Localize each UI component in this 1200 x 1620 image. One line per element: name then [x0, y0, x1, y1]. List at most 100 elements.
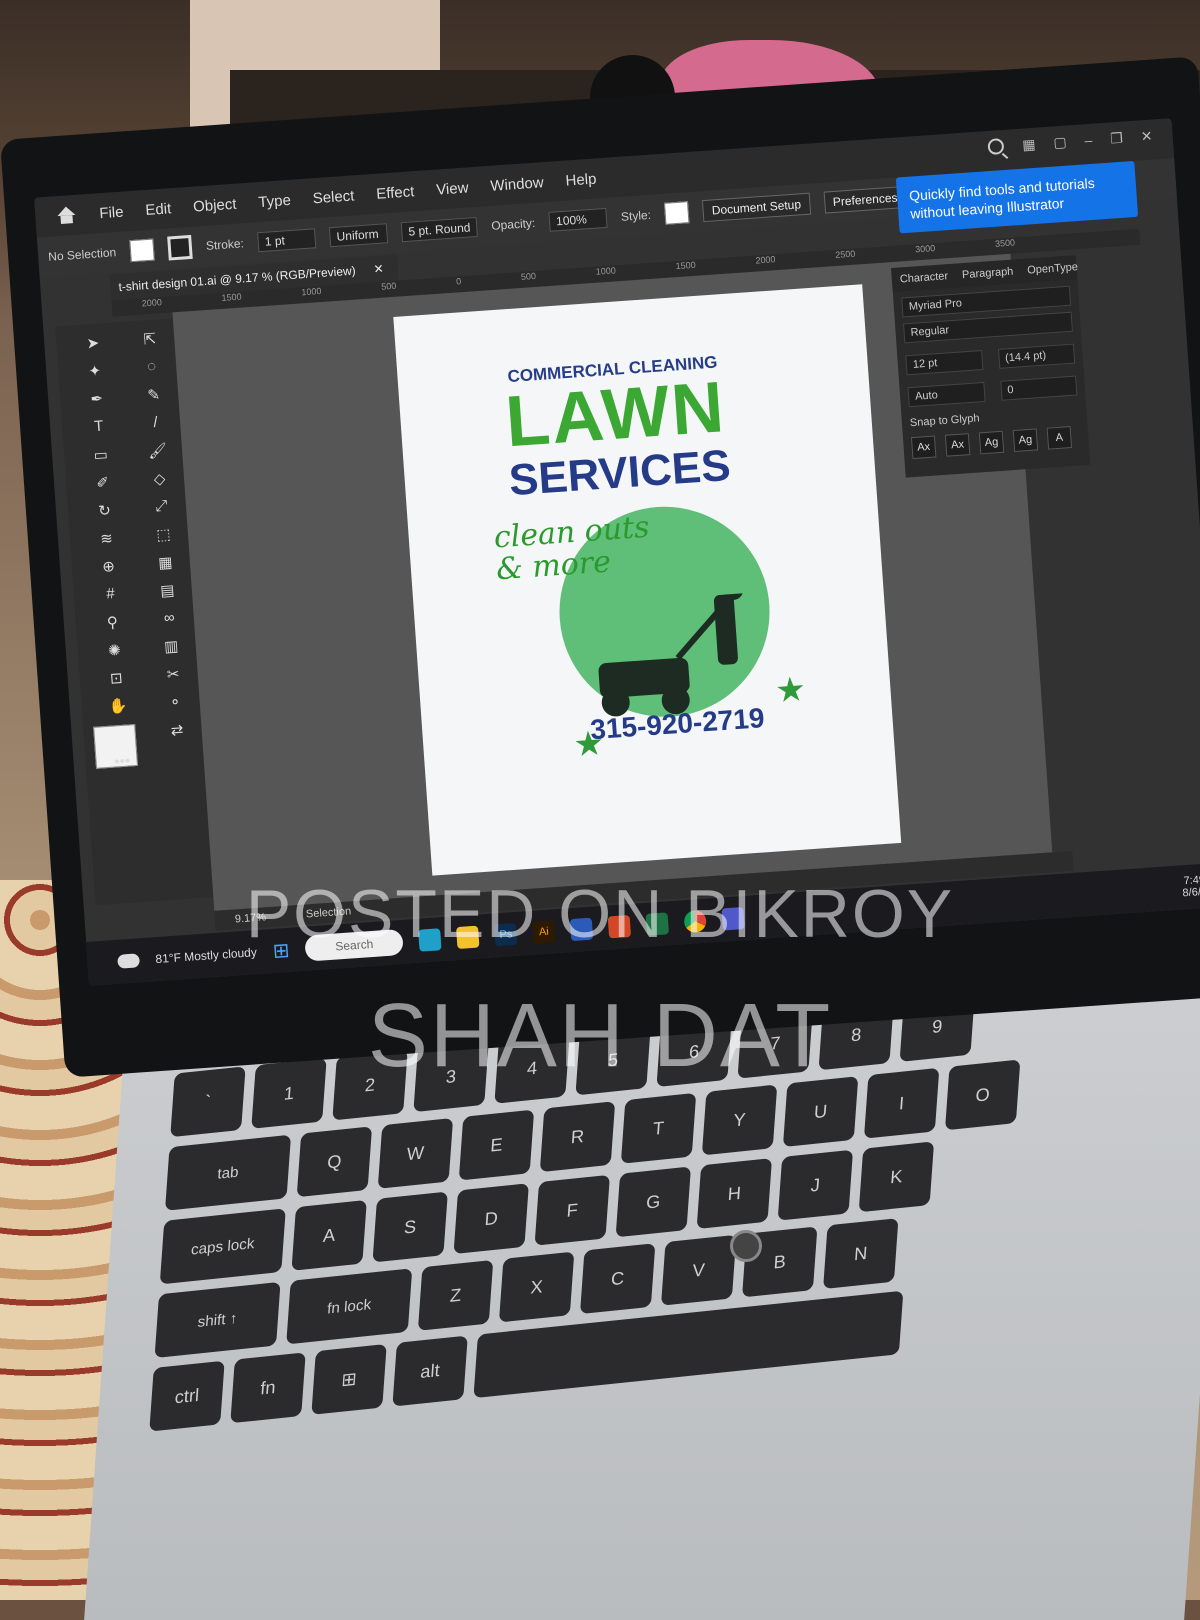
- key[interactable]: V: [660, 1234, 737, 1306]
- symbol-sprayer-tool-icon[interactable]: ✺: [87, 639, 142, 667]
- document-setup-button[interactable]: Document Setup: [702, 192, 811, 223]
- key[interactable]: S: [372, 1191, 448, 1263]
- key[interactable]: N: [823, 1218, 899, 1290]
- shape-builder-tool-icon[interactable]: ⊕: [81, 556, 136, 584]
- key[interactable]: fn: [230, 1352, 306, 1424]
- more-tools-icon[interactable]: •••: [95, 751, 150, 779]
- shaper-tool-icon[interactable]: ✐: [76, 472, 131, 500]
- menu-window[interactable]: Window: [490, 174, 544, 195]
- panel-icon[interactable]: ▢: [1053, 134, 1067, 152]
- font-size-field[interactable]: 12 pt: [905, 350, 983, 376]
- eraser-tool-icon[interactable]: ◇: [132, 468, 187, 496]
- brush-select[interactable]: 5 pt. Round: [400, 216, 479, 243]
- key[interactable]: ctrl: [149, 1360, 225, 1432]
- opacity-field[interactable]: 100%: [548, 207, 608, 232]
- rotate-tool-icon[interactable]: ↻: [78, 500, 133, 528]
- menu-effect[interactable]: Effect: [376, 183, 415, 203]
- key[interactable]: Y: [701, 1084, 778, 1156]
- gradient-tool-icon[interactable]: ▤: [140, 580, 195, 608]
- zoom-tool-icon[interactable]: ⚬: [148, 691, 203, 719]
- key[interactable]: caps lock: [159, 1208, 286, 1285]
- preferences-button[interactable]: Preferences: [823, 185, 908, 214]
- key[interactable]: E: [458, 1109, 535, 1181]
- key[interactable]: F: [534, 1174, 610, 1246]
- brush-tool-icon[interactable]: 🖌: [130, 440, 185, 468]
- tracking-field[interactable]: 0: [999, 375, 1078, 401]
- baseline-icon[interactable]: Ax: [910, 435, 937, 460]
- stroke-label[interactable]: Stroke:: [205, 236, 244, 253]
- key[interactable]: tab: [164, 1134, 292, 1211]
- selection-tool-icon[interactable]: ➤: [66, 332, 121, 360]
- magic-wand-tool-icon[interactable]: ✦: [68, 360, 123, 388]
- close-icon[interactable]: ✕: [1140, 128, 1153, 146]
- windows-key-icon[interactable]: ⊞: [311, 1343, 387, 1415]
- key[interactable]: fn lock: [286, 1268, 413, 1345]
- lasso-tool-icon[interactable]: ◌: [125, 356, 180, 384]
- menu-object[interactable]: Object: [193, 195, 237, 215]
- mesh-tool-icon[interactable]: #: [83, 584, 138, 612]
- menu-file[interactable]: File: [99, 203, 124, 222]
- curvature-tool-icon[interactable]: ✎: [127, 384, 182, 412]
- key[interactable]: D: [453, 1183, 529, 1255]
- artboard-tool-icon[interactable]: ⊡: [89, 667, 144, 695]
- blend-tool-icon[interactable]: ∞: [142, 608, 197, 636]
- opacity-label[interactable]: Opacity:: [491, 216, 536, 233]
- free-transform-tool-icon[interactable]: ⬚: [136, 524, 191, 552]
- angular-guides-icon[interactable]: A: [1046, 426, 1073, 450]
- stroke-swatch[interactable]: [167, 234, 193, 261]
- trackpoint[interactable]: [730, 1230, 762, 1262]
- stroke-weight-field[interactable]: 1 pt: [257, 228, 317, 253]
- key[interactable]: K: [858, 1141, 935, 1213]
- pen-tool-icon[interactable]: ✒: [70, 388, 125, 416]
- perspective-grid-tool-icon[interactable]: ▦: [138, 552, 193, 580]
- direct-selection-tool-icon[interactable]: ⇱: [123, 328, 178, 356]
- fill-swatch[interactable]: [129, 238, 155, 263]
- menu-edit[interactable]: Edit: [145, 200, 172, 219]
- tab-paragraph[interactable]: Paragraph: [962, 266, 1014, 282]
- key[interactable]: Z: [417, 1259, 494, 1331]
- style-swatch[interactable]: [664, 201, 690, 225]
- key[interactable]: Q: [296, 1126, 373, 1198]
- menu-type[interactable]: Type: [258, 191, 292, 210]
- tab-character[interactable]: Character: [900, 270, 949, 285]
- key[interactable]: H: [696, 1158, 773, 1230]
- key[interactable]: W: [377, 1117, 454, 1189]
- menu-help[interactable]: Help: [565, 170, 597, 189]
- key[interactable]: G: [615, 1166, 692, 1238]
- x-height-icon[interactable]: Ax: [944, 433, 971, 457]
- graph-tool-icon[interactable]: ▥: [144, 635, 199, 663]
- menu-select[interactable]: Select: [312, 187, 355, 207]
- proximity-guides-icon[interactable]: Ag: [1012, 428, 1039, 453]
- close-tab-icon[interactable]: ✕: [373, 262, 384, 277]
- restore-icon[interactable]: ❐: [1110, 130, 1124, 148]
- variable-width-select[interactable]: Uniform: [328, 223, 389, 248]
- hand-tool-icon[interactable]: ✋: [91, 695, 146, 723]
- cloud-icon[interactable]: [117, 953, 141, 969]
- search-icon[interactable]: [987, 137, 1005, 156]
- rectangle-tool-icon[interactable]: ▭: [74, 444, 129, 472]
- kerning-field[interactable]: Auto: [907, 381, 986, 408]
- key[interactable]: shift ↑: [154, 1281, 281, 1359]
- key[interactable]: X: [498, 1251, 575, 1323]
- glyph-bounds-icon[interactable]: Ag: [978, 430, 1005, 455]
- key[interactable]: J: [777, 1149, 854, 1221]
- leading-field[interactable]: (14.4 pt): [997, 343, 1076, 369]
- key[interactable]: T: [620, 1092, 697, 1164]
- scale-tool-icon[interactable]: ⤢: [134, 496, 189, 524]
- line-tool-icon[interactable]: /: [129, 412, 184, 440]
- artboard[interactable]: COMMERCIAL CLEANING LAWN SERVICES clean …: [393, 284, 902, 876]
- minimize-icon[interactable]: –: [1084, 132, 1093, 150]
- warp-tool-icon[interactable]: ≋: [79, 528, 134, 556]
- home-icon[interactable]: [55, 206, 78, 225]
- key[interactable]: A: [291, 1199, 367, 1271]
- eyedropper-tool-icon[interactable]: ⚲: [85, 612, 140, 640]
- key[interactable]: alt: [392, 1335, 468, 1407]
- key[interactable]: C: [579, 1243, 656, 1315]
- type-tool-icon[interactable]: T: [72, 416, 127, 444]
- arrange-icon[interactable]: ▦: [1022, 136, 1036, 154]
- slice-tool-icon[interactable]: ✂: [146, 663, 201, 691]
- key[interactable]: R: [539, 1101, 616, 1173]
- tab-opentype[interactable]: OpenType: [1027, 261, 1078, 277]
- swap-icon[interactable]: ⇄: [150, 719, 205, 747]
- menu-view[interactable]: View: [436, 179, 469, 198]
